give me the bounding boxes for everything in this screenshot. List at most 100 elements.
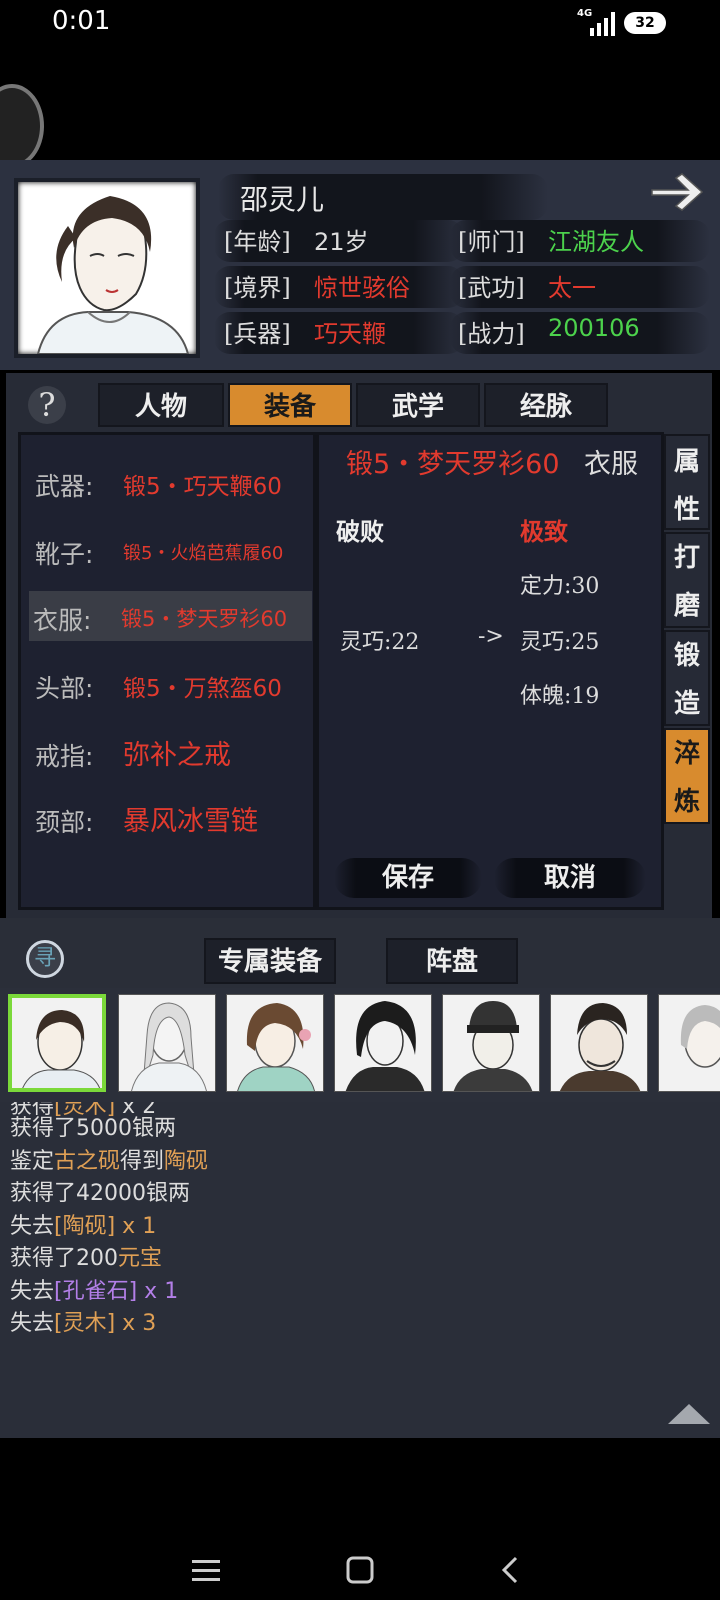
martial-value: 太一 (548, 274, 596, 302)
slot-item: 锻5・梦天罗衫60 (121, 607, 288, 631)
power-value: 200106 (548, 314, 640, 342)
portrait-icon (345, 1001, 425, 1091)
side-tab-attributes[interactable]: 属性 (664, 434, 710, 530)
slot-label: 颈部: (35, 808, 94, 837)
log-text: 获得了200 (10, 1246, 118, 1271)
cancel-button[interactable]: 取消 (494, 858, 646, 898)
edge-emblem-icon[interactable] (0, 84, 44, 168)
back-icon[interactable] (500, 1556, 520, 1584)
status-bar: 0:01 4G 32 (0, 0, 720, 48)
log-line: 获得了5000银两 (10, 1110, 176, 1142)
save-button[interactable]: 保存 (334, 858, 482, 898)
slot-item: 弥补之戒 (123, 740, 231, 771)
slot-item: 锻5・万煞盔60 (123, 676, 282, 702)
log-text: 得到 (120, 1149, 165, 1174)
log-item: 元宝 (118, 1246, 163, 1271)
log-text: 获得了42000银两 (10, 1181, 190, 1206)
tab-exclusive-equipment[interactable]: 专属装备 (204, 938, 336, 984)
tab-character[interactable]: 人物 (98, 383, 224, 427)
side-tab-label: 锻造 (674, 641, 701, 719)
sect-label: [师门] (458, 228, 525, 256)
roster-portrait[interactable] (226, 994, 324, 1092)
log-item: [灵木] (54, 1311, 116, 1336)
portrait-icon (453, 1001, 533, 1091)
roster-portrait[interactable] (8, 994, 106, 1092)
side-tab-temper[interactable]: 淬炼 (664, 728, 710, 824)
age-value: 21岁 (314, 228, 369, 256)
log-text: x 3 (115, 1311, 157, 1336)
portrait-drawing-icon (36, 196, 190, 355)
portrait-icon (131, 1002, 207, 1091)
slot-label: 靴子: (35, 540, 94, 569)
new-grade: 极致 (520, 517, 568, 546)
log-text: 鉴定 (10, 1149, 55, 1174)
slot-label: 戒指: (35, 742, 94, 771)
equipment-slot-boots[interactable]: 靴子: 锻5・火焰芭蕉履60 (31, 525, 331, 575)
profile-panel: 邵灵儿 [年龄] 21岁 [师门] 江湖友人 [境界] 惊世骇俗 [武功] 太一… (0, 160, 720, 370)
log-text: 失去 (10, 1311, 55, 1336)
sub-tab-bar (0, 918, 720, 988)
portrait-icon (22, 1010, 101, 1088)
portrait-icon (237, 1003, 315, 1091)
age-label: [年龄] (224, 228, 291, 256)
tab-martial-arts[interactable]: 武学 (356, 383, 480, 427)
side-tab-label: 淬炼 (674, 739, 701, 817)
home-icon[interactable] (346, 1556, 374, 1584)
portrait-icon (559, 1003, 641, 1091)
system-nav-bar (0, 1540, 720, 1600)
next-arrow-icon[interactable] (648, 172, 706, 212)
roster-portrait[interactable] (334, 994, 432, 1092)
log-line: 获得了42000银两 (10, 1175, 190, 1207)
slot-label: 武器: (35, 472, 94, 501)
log-line: 失去[陶砚] x 1 (10, 1208, 156, 1240)
roster-portrait[interactable] (658, 994, 720, 1092)
log-text: 失去 (10, 1214, 55, 1239)
power-label: [战力] (458, 320, 525, 348)
new-stat-agility: 灵巧:25 (520, 630, 600, 655)
clock: 0:01 (52, 6, 111, 36)
scroll-up-icon[interactable] (668, 1404, 710, 1424)
slot-item: 暴风冰雪链 (123, 806, 258, 837)
recent-apps-icon[interactable] (192, 1558, 220, 1584)
realm-value: 惊世骇俗 (314, 274, 410, 302)
log-line: 鉴定古之砚得到陶砚 (10, 1143, 208, 1175)
log-text: x 1 (115, 1214, 157, 1239)
slot-label: 衣服: (33, 606, 92, 635)
signal-icon (590, 12, 615, 36)
realm-label: [境界] (224, 274, 291, 302)
weapon-value: 巧天鞭 (314, 320, 386, 348)
side-tab-label: 属性 (674, 447, 701, 525)
log-item: [陶砚] (54, 1214, 116, 1239)
character-roster (0, 988, 720, 1102)
compare-arrow: -> (478, 624, 504, 649)
battery-icon: 32 (624, 12, 666, 34)
log-item: 古之砚 (54, 1149, 121, 1174)
new-stat-physique: 体魄:19 (520, 684, 600, 709)
weapon-label: [兵器] (224, 320, 291, 348)
side-tab-polish[interactable]: 打磨 (664, 532, 710, 628)
search-icon[interactable]: 寻 (26, 940, 64, 978)
equipment-slot-neck[interactable]: 颈部: 暴风冰雪链 (31, 793, 331, 843)
sect-value: 江湖友人 (548, 228, 644, 256)
help-icon[interactable]: ? (28, 386, 66, 424)
current-grade: 破败 (336, 517, 384, 546)
tab-meridians[interactable]: 经脉 (484, 383, 608, 427)
log-line: 失去[孔雀石] x 1 (10, 1273, 178, 1305)
tab-equipment[interactable]: 装备 (228, 383, 352, 427)
message-log: 获得[灵木] x 2 获得了5000银两 鉴定古之砚得到陶砚 获得了42000银… (0, 1102, 720, 1438)
tab-formation[interactable]: 阵盘 (386, 938, 518, 984)
equipment-slot-head[interactable]: 头部: 锻5・万煞盔60 (31, 659, 331, 709)
slot-label: 头部: (35, 674, 94, 703)
log-item: [孔雀石] (54, 1279, 138, 1304)
equipment-slot-ring[interactable]: 戒指: 弥补之戒 (31, 727, 331, 777)
equipment-slot-clothes[interactable]: 衣服: 锻5・梦天罗衫60 (29, 591, 312, 641)
roster-portrait[interactable] (118, 994, 216, 1092)
item-detail-panel (316, 432, 664, 910)
roster-portrait[interactable] (442, 994, 540, 1092)
equipment-slot-weapon[interactable]: 武器: 锻5・巧天鞭60 (31, 457, 331, 507)
roster-portrait[interactable] (550, 994, 648, 1092)
log-text: 获得了5000银两 (10, 1116, 176, 1141)
log-line: 获得了200元宝 (10, 1240, 162, 1272)
log-line: 失去[灵木] x 3 (10, 1305, 156, 1337)
side-tab-forge[interactable]: 锻造 (664, 630, 710, 726)
